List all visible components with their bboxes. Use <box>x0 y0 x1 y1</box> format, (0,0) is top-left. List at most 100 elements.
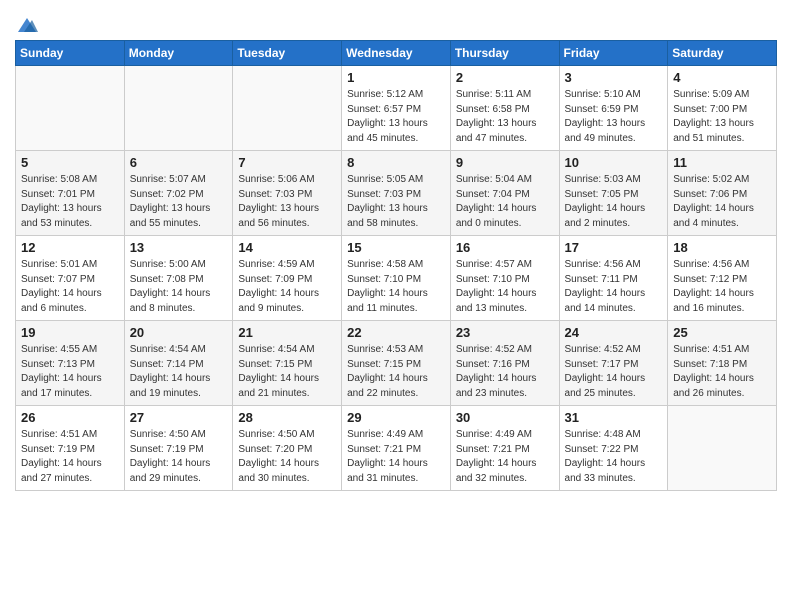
calendar-cell <box>124 66 233 151</box>
calendar-cell: 15 Sunrise: 4:58 AM Sunset: 7:10 PM Dayli… <box>342 236 451 321</box>
day-number: 17 <box>565 240 663 255</box>
day-number: 13 <box>130 240 228 255</box>
header-day-tuesday: Tuesday <box>233 41 342 66</box>
week-row-1: 5 Sunrise: 5:08 AM Sunset: 7:01 PM Daylig… <box>16 151 777 236</box>
day-info: Sunrise: 4:55 AM Sunset: 7:13 PM Dayligh… <box>21 343 119 401</box>
day-number: 21 <box>238 325 336 340</box>
day-info: Sunrise: 5:07 AM Sunset: 7:02 PM Dayligh… <box>130 173 228 231</box>
day-number: 5 <box>21 155 119 170</box>
day-number: 16 <box>456 240 554 255</box>
calendar-cell: 31 Sunrise: 4:48 AM Sunset: 7:22 PM Dayli… <box>559 406 668 491</box>
calendar-cell: 28Sunrise: 4:50 AM Sunset: 7:20 PM Dayli… <box>233 406 342 491</box>
calendar-cell: 16 Sunrise: 4:57 AM Sunset: 7:10 PM Dayli… <box>450 236 559 321</box>
day-info: Sunrise: 5:08 AM Sunset: 7:01 PM Dayligh… <box>21 173 119 231</box>
calendar-cell: 9Sunrise: 5:04 AM Sunset: 7:04 PM Daylig… <box>450 151 559 236</box>
day-info: Sunrise: 4:51 AM Sunset: 7:19 PM Dayligh… <box>21 428 119 486</box>
calendar-cell <box>16 66 125 151</box>
calendar-cell: 27 Sunrise: 4:50 AM Sunset: 7:19 PM Dayli… <box>124 406 233 491</box>
header-row: SundayMondayTuesdayWednesdayThursdayFrid… <box>16 41 777 66</box>
logo-icon <box>16 16 38 34</box>
calendar-cell <box>233 66 342 151</box>
calendar-cell: 5 Sunrise: 5:08 AM Sunset: 7:01 PM Daylig… <box>16 151 125 236</box>
day-number: 26 <box>21 410 119 425</box>
calendar-cell: 7 Sunrise: 5:06 AM Sunset: 7:03 PM Daylig… <box>233 151 342 236</box>
calendar-cell: 11 Sunrise: 5:02 AM Sunset: 7:06 PM Dayli… <box>668 151 777 236</box>
calendar-cell: 30Sunrise: 4:49 AM Sunset: 7:21 PM Dayli… <box>450 406 559 491</box>
day-number: 23 <box>456 325 554 340</box>
day-info: Sunrise: 4:52 AM Sunset: 7:17 PM Dayligh… <box>565 343 663 401</box>
calendar-cell: 3 Sunrise: 5:10 AM Sunset: 6:59 PM Daylig… <box>559 66 668 151</box>
calendar-cell: 21 Sunrise: 4:54 AM Sunset: 7:15 PM Dayli… <box>233 321 342 406</box>
calendar-cell: 13 Sunrise: 5:00 AM Sunset: 7:08 PM Dayli… <box>124 236 233 321</box>
day-number: 22 <box>347 325 445 340</box>
day-info: Sunrise: 4:48 AM Sunset: 7:22 PM Dayligh… <box>565 428 663 486</box>
day-number: 8 <box>347 155 445 170</box>
day-info: Sunrise: 5:06 AM Sunset: 7:03 PM Dayligh… <box>238 173 336 231</box>
day-info: Sunrise: 4:49 AM Sunset: 7:21 PM Dayligh… <box>456 428 554 486</box>
day-info: Sunrise: 4:59 AM Sunset: 7:09 PM Dayligh… <box>238 258 336 316</box>
day-info: Sunrise: 4:54 AM Sunset: 7:15 PM Dayligh… <box>238 343 336 401</box>
day-number: 10 <box>565 155 663 170</box>
day-number: 29 <box>347 410 445 425</box>
header <box>15 10 777 32</box>
day-info: Sunrise: 4:50 AM Sunset: 7:19 PM Dayligh… <box>130 428 228 486</box>
calendar-cell: 26 Sunrise: 4:51 AM Sunset: 7:19 PM Dayli… <box>16 406 125 491</box>
calendar-cell: 22Sunrise: 4:53 AM Sunset: 7:15 PM Dayli… <box>342 321 451 406</box>
day-info: Sunrise: 4:51 AM Sunset: 7:18 PM Dayligh… <box>673 343 771 401</box>
day-number: 11 <box>673 155 771 170</box>
calendar-cell: 20 Sunrise: 4:54 AM Sunset: 7:14 PM Dayli… <box>124 321 233 406</box>
day-number: 31 <box>565 410 663 425</box>
day-number: 15 <box>347 240 445 255</box>
day-info: Sunrise: 5:09 AM Sunset: 7:00 PM Dayligh… <box>673 88 771 146</box>
week-row-3: 19 Sunrise: 4:55 AM Sunset: 7:13 PM Dayli… <box>16 321 777 406</box>
day-info: Sunrise: 4:58 AM Sunset: 7:10 PM Dayligh… <box>347 258 445 316</box>
day-number: 14 <box>238 240 336 255</box>
calendar-cell: 6 Sunrise: 5:07 AM Sunset: 7:02 PM Daylig… <box>124 151 233 236</box>
day-number: 7 <box>238 155 336 170</box>
day-info: Sunrise: 4:54 AM Sunset: 7:14 PM Dayligh… <box>130 343 228 401</box>
calendar-cell: 14 Sunrise: 4:59 AM Sunset: 7:09 PM Dayli… <box>233 236 342 321</box>
calendar-cell: 19 Sunrise: 4:55 AM Sunset: 7:13 PM Dayli… <box>16 321 125 406</box>
day-number: 3 <box>565 70 663 85</box>
day-info: Sunrise: 5:02 AM Sunset: 7:06 PM Dayligh… <box>673 173 771 231</box>
calendar-cell: 24 Sunrise: 4:52 AM Sunset: 7:17 PM Dayli… <box>559 321 668 406</box>
day-info: Sunrise: 5:10 AM Sunset: 6:59 PM Dayligh… <box>565 88 663 146</box>
logo <box>15 16 38 32</box>
day-info: Sunrise: 5:12 AM Sunset: 6:57 PM Dayligh… <box>347 88 445 146</box>
day-number: 1 <box>347 70 445 85</box>
calendar-cell <box>668 406 777 491</box>
header-day-friday: Friday <box>559 41 668 66</box>
day-number: 19 <box>21 325 119 340</box>
day-number: 6 <box>130 155 228 170</box>
day-info: Sunrise: 5:01 AM Sunset: 7:07 PM Dayligh… <box>21 258 119 316</box>
calendar-cell: 4Sunrise: 5:09 AM Sunset: 7:00 PM Daylig… <box>668 66 777 151</box>
calendar-cell: 29Sunrise: 4:49 AM Sunset: 7:21 PM Dayli… <box>342 406 451 491</box>
day-number: 24 <box>565 325 663 340</box>
calendar-cell: 23 Sunrise: 4:52 AM Sunset: 7:16 PM Dayli… <box>450 321 559 406</box>
day-info: Sunrise: 4:50 AM Sunset: 7:20 PM Dayligh… <box>238 428 336 486</box>
page: SundayMondayTuesdayWednesdayThursdayFrid… <box>0 0 792 506</box>
calendar-cell: 8 Sunrise: 5:05 AM Sunset: 7:03 PM Daylig… <box>342 151 451 236</box>
calendar-cell: 25Sunrise: 4:51 AM Sunset: 7:18 PM Dayli… <box>668 321 777 406</box>
day-info: Sunrise: 5:04 AM Sunset: 7:04 PM Dayligh… <box>456 173 554 231</box>
day-info: Sunrise: 5:11 AM Sunset: 6:58 PM Dayligh… <box>456 88 554 146</box>
calendar-cell: 10 Sunrise: 5:03 AM Sunset: 7:05 PM Dayli… <box>559 151 668 236</box>
calendar-cell: 18Sunrise: 4:56 AM Sunset: 7:12 PM Dayli… <box>668 236 777 321</box>
header-day-sunday: Sunday <box>16 41 125 66</box>
day-info: Sunrise: 4:56 AM Sunset: 7:12 PM Dayligh… <box>673 258 771 316</box>
day-info: Sunrise: 5:00 AM Sunset: 7:08 PM Dayligh… <box>130 258 228 316</box>
day-info: Sunrise: 5:05 AM Sunset: 7:03 PM Dayligh… <box>347 173 445 231</box>
calendar-cell: 1 Sunrise: 5:12 AM Sunset: 6:57 PM Daylig… <box>342 66 451 151</box>
calendar-table: SundayMondayTuesdayWednesdayThursdayFrid… <box>15 40 777 491</box>
calendar-cell: 12Sunrise: 5:01 AM Sunset: 7:07 PM Dayli… <box>16 236 125 321</box>
day-info: Sunrise: 4:56 AM Sunset: 7:11 PM Dayligh… <box>565 258 663 316</box>
day-number: 27 <box>130 410 228 425</box>
calendar-cell: 17 Sunrise: 4:56 AM Sunset: 7:11 PM Dayli… <box>559 236 668 321</box>
calendar-cell: 2 Sunrise: 5:11 AM Sunset: 6:58 PM Daylig… <box>450 66 559 151</box>
day-info: Sunrise: 4:52 AM Sunset: 7:16 PM Dayligh… <box>456 343 554 401</box>
day-number: 20 <box>130 325 228 340</box>
day-info: Sunrise: 4:57 AM Sunset: 7:10 PM Dayligh… <box>456 258 554 316</box>
day-number: 2 <box>456 70 554 85</box>
header-day-wednesday: Wednesday <box>342 41 451 66</box>
day-info: Sunrise: 5:03 AM Sunset: 7:05 PM Dayligh… <box>565 173 663 231</box>
